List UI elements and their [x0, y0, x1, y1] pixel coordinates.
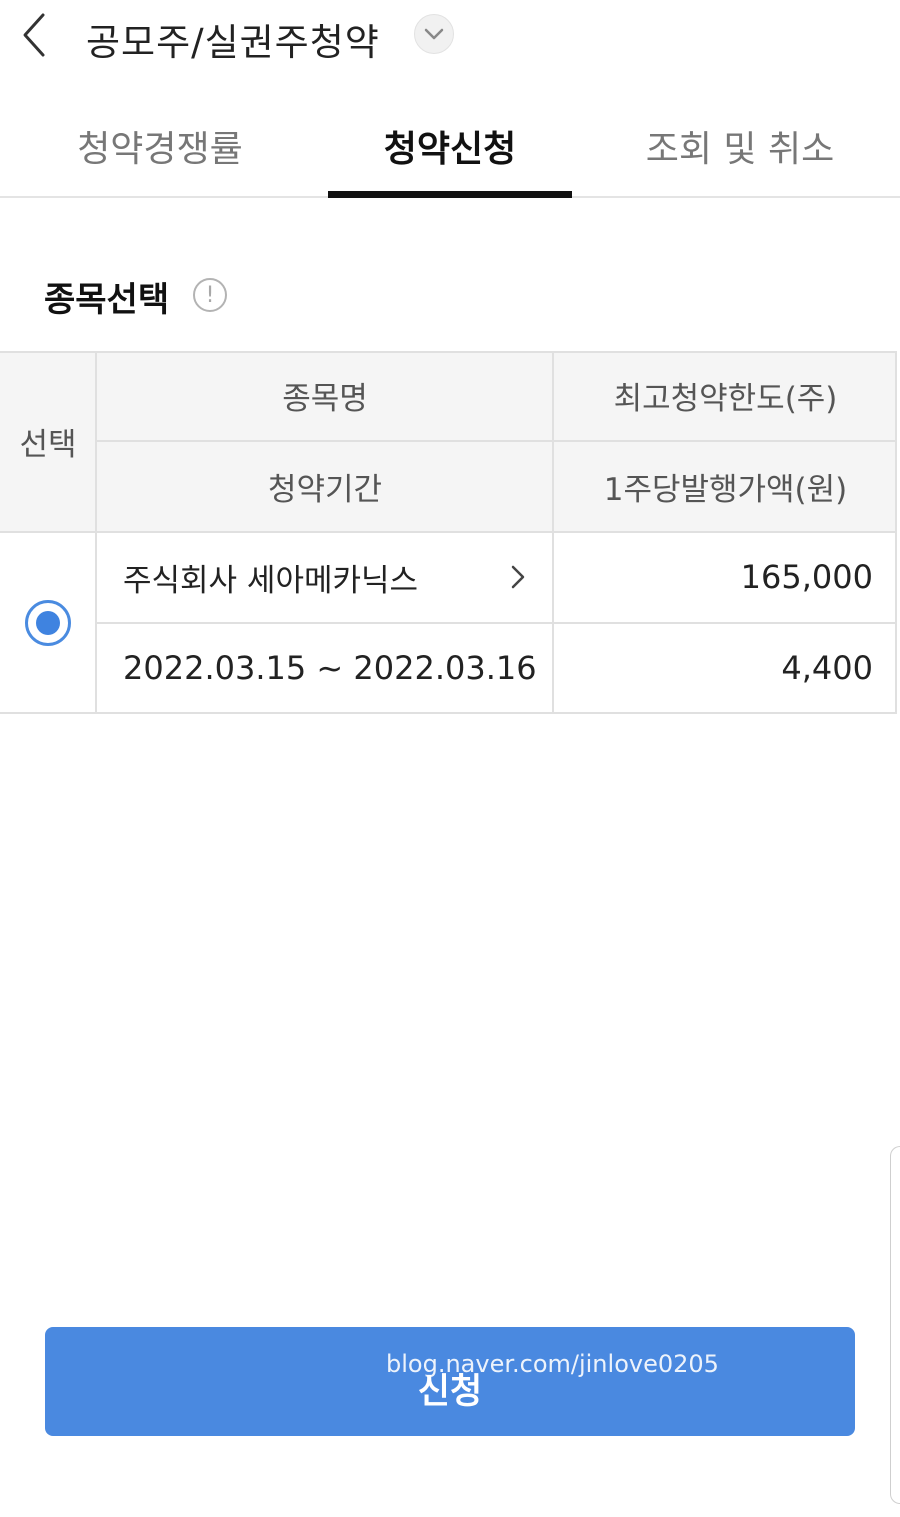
header-price-per-share-label: 1주당발행가액(원): [603, 471, 848, 508]
header-period: 청약기간: [97, 441, 553, 531]
info-icon-glyph: !: [205, 282, 215, 308]
header-price-per-share: 1주당발행가액(원): [554, 441, 897, 531]
max-limit-value-cell: 165,000: [554, 532, 897, 622]
table-header-midline: [97, 440, 897, 442]
table-header-bottom: [0, 531, 897, 533]
header-max-limit: 최고청약한도(주): [554, 351, 897, 440]
table-top-border: [0, 351, 897, 353]
info-icon[interactable]: !: [193, 278, 227, 312]
page-title: 공모주/실권주청약: [86, 21, 380, 64]
table-col-divider-1: [95, 351, 97, 714]
tab-competition-rate[interactable]: 청약경쟁률: [40, 100, 280, 196]
stock-table: 선택 종목명 최고청약한도(주) 청약기간 1주당발행가액(원) 주식회사 세아…: [0, 351, 897, 714]
chevron-down-icon: [424, 28, 444, 40]
chevron-left-icon: [23, 13, 45, 57]
radio-selected-dot: [36, 611, 60, 635]
header-max-limit-label: 최고청약한도(주): [613, 381, 838, 417]
price-per-share-value: 4,400: [781, 649, 873, 687]
apply-button[interactable]: 신청: [45, 1327, 855, 1436]
header-select-label: 선택: [19, 426, 77, 463]
table-right-border: [895, 351, 897, 714]
period-value-cell: 2022.03.15 ~ 2022.03.16: [97, 623, 553, 713]
app-header: 공모주/실권주청약: [0, 0, 900, 72]
price-value-cell: 4,400: [554, 623, 897, 713]
tab-inquiry-cancel[interactable]: 조회 및 취소: [620, 100, 860, 196]
watermark-text: blog.naver.com/jinlove0205: [386, 1350, 719, 1378]
tab-bar: 청약경쟁률 청약신청 조회 및 취소: [0, 100, 900, 198]
chevron-right-icon: [511, 565, 525, 589]
header-stock-name: 종목명: [97, 351, 553, 440]
tab-subscription-apply[interactable]: 청약신청: [328, 100, 572, 198]
period-value: 2022.03.15 ~ 2022.03.16: [123, 649, 537, 687]
back-button[interactable]: [14, 10, 54, 60]
header-select: 선택: [0, 351, 96, 531]
table-row-midline: [97, 622, 897, 624]
table-bottom-border: [0, 712, 897, 714]
max-limit-value: 165,000: [740, 558, 873, 596]
stock-name-link[interactable]: 주식회사 세아메카닉스: [97, 532, 553, 622]
header-period-label: 청약기간: [267, 471, 383, 508]
title-dropdown-button[interactable]: [414, 14, 454, 54]
header-stock-name-label: 종목명: [282, 381, 368, 417]
stock-select-radio[interactable]: [25, 600, 71, 646]
scrollbar[interactable]: [890, 1146, 900, 1504]
stock-name: 주식회사 세아메카닉스: [123, 562, 419, 599]
section-title: 종목선택: [44, 280, 170, 320]
table-col-divider-2: [552, 351, 554, 714]
